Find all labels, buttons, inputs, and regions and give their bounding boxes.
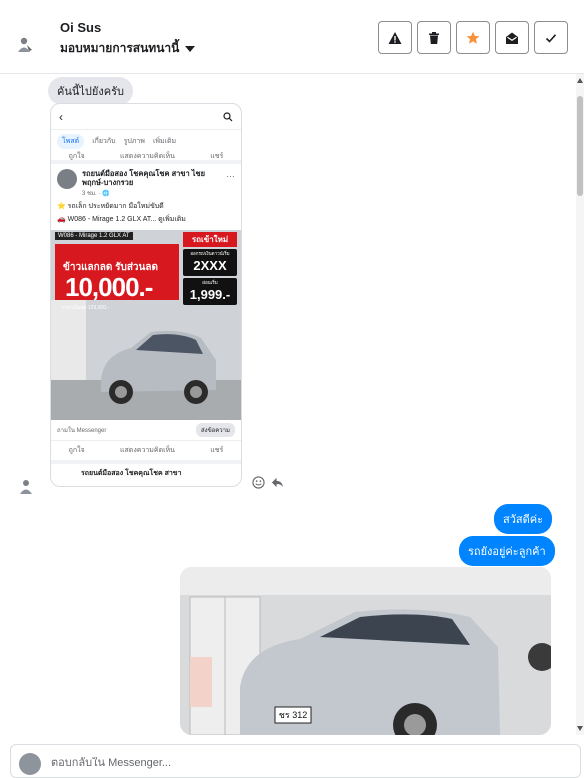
- assign-conversation-dropdown[interactable]: มอบหมายการสนทนานี้: [60, 39, 196, 58]
- like-label: ถูกใจ: [68, 152, 85, 160]
- tab-more: เพิ่มเติม: [152, 137, 177, 145]
- reply-composer: [10, 744, 581, 778]
- sender-avatar: [20, 480, 32, 494]
- post-text-line-2: 🚗 W086 - Mirage 1.2 GLX AT... ดูเพิ่มเติ…: [57, 216, 186, 224]
- shared-post-tabs: โพสต์ เกี่ยวกับ รูปภาพ เพิ่มเติม: [51, 130, 241, 152]
- license-plate: ชร 312: [279, 710, 307, 720]
- caret-down-icon: [185, 45, 196, 52]
- comment-label: แสดงความคิดเห็น: [120, 152, 175, 160]
- cash-price-note: ราคาเงินสด 129,000.-: [61, 305, 110, 312]
- installment-label: ผ่อนเริ่ม: [202, 280, 218, 286]
- page-name: รถยนต์มือสอง โชคคุณโชค สาขา ไชยพฤกษ์-บาง…: [82, 169, 221, 198]
- page-avatar: [19, 753, 41, 775]
- shared-post-top-actions: ถูกใจ แสดงความคิดเห็น แชร์: [51, 152, 241, 164]
- down-payment-box: ออกรถ/เงินดาวน์เริ่ม 2XXX: [183, 249, 237, 277]
- page-avatar: [57, 169, 77, 189]
- search-icon: [223, 111, 233, 121]
- post-bottom-actions: ถูกใจ แสดงความคิดเห็น แชร์: [51, 440, 241, 465]
- outgoing-message[interactable]: สวัสดีค่ะ: [494, 504, 553, 534]
- car-photo[interactable]: ชร 312: [180, 567, 551, 735]
- installment-value: 1,999.-: [189, 287, 231, 303]
- back-arrow-icon: ‹: [59, 109, 63, 124]
- warning-icon: [388, 31, 402, 44]
- contact-avatar[interactable]: [16, 36, 34, 54]
- trash-icon: [429, 31, 439, 44]
- star-icon: [466, 31, 480, 44]
- discount-value: 10,000.-: [65, 272, 153, 303]
- discount-panel: ข้าวแลกลด รับส่วนลด 10,000.- ราคาเงินสด …: [55, 244, 179, 311]
- car-illustration: [101, 331, 216, 405]
- shared-post-topbar: ‹: [51, 104, 241, 130]
- next-post-name: รถยนต์มือสอง โชคคุณโชค สาขา: [81, 470, 182, 478]
- scrollbar-thumb[interactable]: [577, 96, 583, 196]
- check-icon: [545, 33, 557, 43]
- shared-post-image[interactable]: ‹ โพสต์ เกี่ยวกับ รูปภาพ เพิ่มเติม ถูกใจ…: [50, 103, 242, 487]
- promo-image: W086 - Mirage 1.2 GLX AT ข้าวแลกลด รับส่…: [51, 230, 241, 421]
- down-label: ออกรถ/เงินดาวน์เริ่ม: [190, 251, 230, 257]
- message-reactions: [252, 476, 284, 489]
- more-options-icon: …: [226, 169, 235, 179]
- installment-box: ผ่อนเริ่ม 1,999.-: [183, 278, 237, 306]
- share-label: แชร์: [210, 152, 224, 160]
- new-arrival-badge: รถเข้าใหม่: [183, 232, 237, 248]
- send-message-button: ส่งข้อความ: [195, 423, 235, 438]
- like-label: ถูกใจ: [68, 447, 85, 455]
- assign-label: มอบหมายการสนทนานี้: [60, 41, 180, 55]
- messenger-cta-row: ถามใน Messenger ส่งข้อความ: [51, 420, 241, 440]
- tab-posts: โพสต์: [57, 133, 85, 149]
- tab-about: เกี่ยวกับ: [92, 137, 116, 145]
- page-name-text: รถยนต์มือสอง โชคคุณโชค สาขา ไชยพฤกษ์-บาง…: [82, 169, 206, 188]
- done-button[interactable]: [534, 21, 568, 54]
- emoji-icon[interactable]: [252, 476, 265, 489]
- scroll-down-arrow-icon[interactable]: [577, 726, 583, 731]
- car-photo-illustration: ชร 312: [180, 567, 551, 735]
- header-actions: [378, 21, 568, 54]
- reply-input[interactable]: [51, 757, 551, 769]
- star-button[interactable]: [456, 21, 490, 54]
- delete-button[interactable]: [417, 21, 451, 54]
- post-header: รถยนต์มือสอง โชคคุณโชค สาขา ไชยพฤกษ์-บาง…: [51, 164, 241, 200]
- post-meta: 3 ชม. · 🌐: [82, 190, 110, 197]
- model-tag: W086 - Mirage 1.2 GLX AT: [55, 232, 133, 241]
- report-button[interactable]: [378, 21, 412, 54]
- messenger-label: ถามใน Messenger: [57, 428, 107, 435]
- down-value: 2XXX: [193, 258, 227, 274]
- reply-icon[interactable]: [271, 476, 284, 489]
- outgoing-message[interactable]: รถยังอยู่ค่ะลูกค้า: [459, 536, 555, 566]
- contact-name[interactable]: Oi Sus: [60, 20, 101, 35]
- envelope-open-icon: [506, 32, 518, 44]
- post-text-line-1: ⭐ รถเล็ก ประหยัดมาก มือใหม่ขับดี: [57, 203, 164, 211]
- scroll-up-arrow-icon[interactable]: [577, 78, 583, 83]
- conversation-header: Oi Sus มอบหมายการสนทนานี้: [0, 0, 584, 74]
- incoming-message[interactable]: คันนี้ไปยังครับ: [48, 77, 133, 105]
- tab-photos: รูปภาพ: [123, 137, 145, 145]
- price-panel: รถเข้าใหม่ ออกรถ/เงินดาวน์เริ่ม 2XXX ผ่อ…: [181, 230, 239, 306]
- mark-unread-button[interactable]: [495, 21, 529, 54]
- share-label: แชร์: [210, 447, 224, 455]
- comment-label: แสดงความคิดเห็น: [120, 447, 175, 455]
